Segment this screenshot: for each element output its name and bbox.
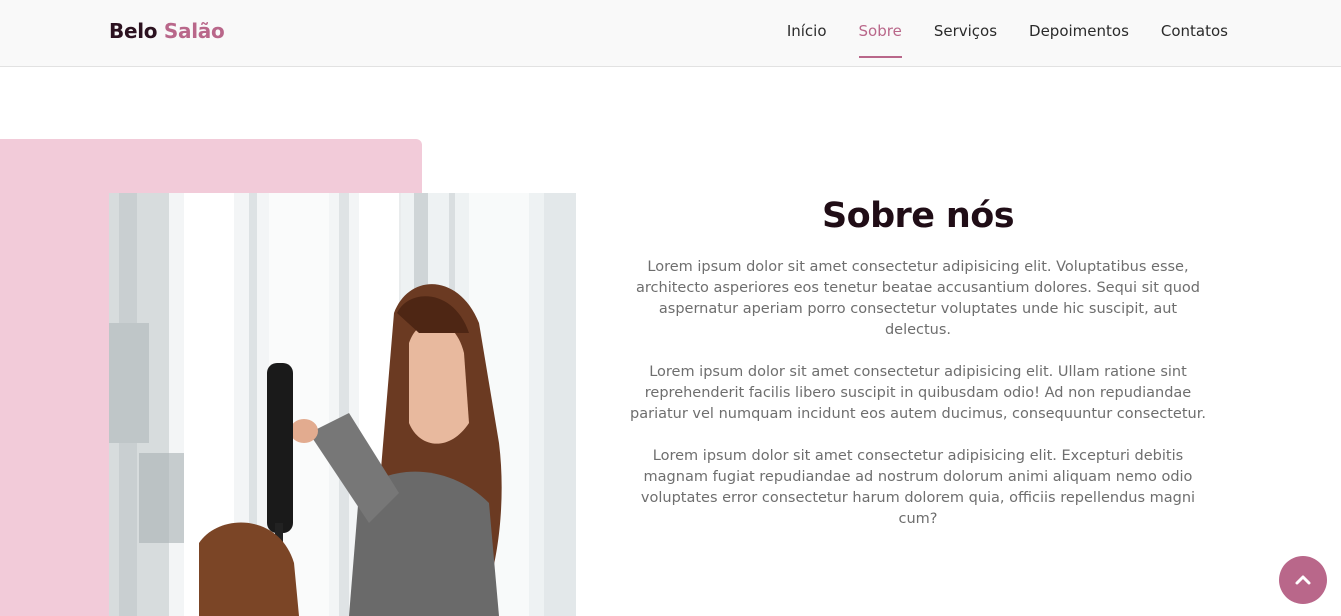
chevron-up-icon — [1295, 575, 1311, 585]
nav-link-sobre[interactable]: Sobre — [858, 0, 903, 66]
nav-link-contatos[interactable]: Contatos — [1161, 0, 1228, 66]
salon-photo — [109, 193, 576, 616]
nav-link-servicos[interactable]: Serviços — [934, 0, 997, 66]
nav-link-inicio[interactable]: Início — [787, 0, 827, 66]
about-section: Sobre nós Lorem ipsum dolor sit amet con… — [626, 196, 1210, 551]
logo-second: Salão — [163, 19, 225, 43]
site-header: Belo Salão Início Sobre Serviços Depoime… — [0, 0, 1341, 67]
main-nav: Início Sobre Serviços Depoimentos Contat… — [755, 0, 1228, 66]
logo[interactable]: Belo Salão — [109, 19, 225, 43]
about-paragraph-3: Lorem ipsum dolor sit amet consectetur a… — [640, 448, 1196, 527]
logo-first: Belo — [109, 19, 158, 43]
back-to-top-button[interactable] — [1279, 556, 1327, 604]
about-paragraph-1: Lorem ipsum dolor sit amet consectetur a… — [636, 259, 1200, 338]
about-title: Sobre nós — [822, 196, 1014, 236]
about-paragraph-2: Lorem ipsum dolor sit amet consectetur a… — [630, 364, 1206, 422]
nav-link-depoimentos[interactable]: Depoimentos — [1029, 0, 1129, 66]
